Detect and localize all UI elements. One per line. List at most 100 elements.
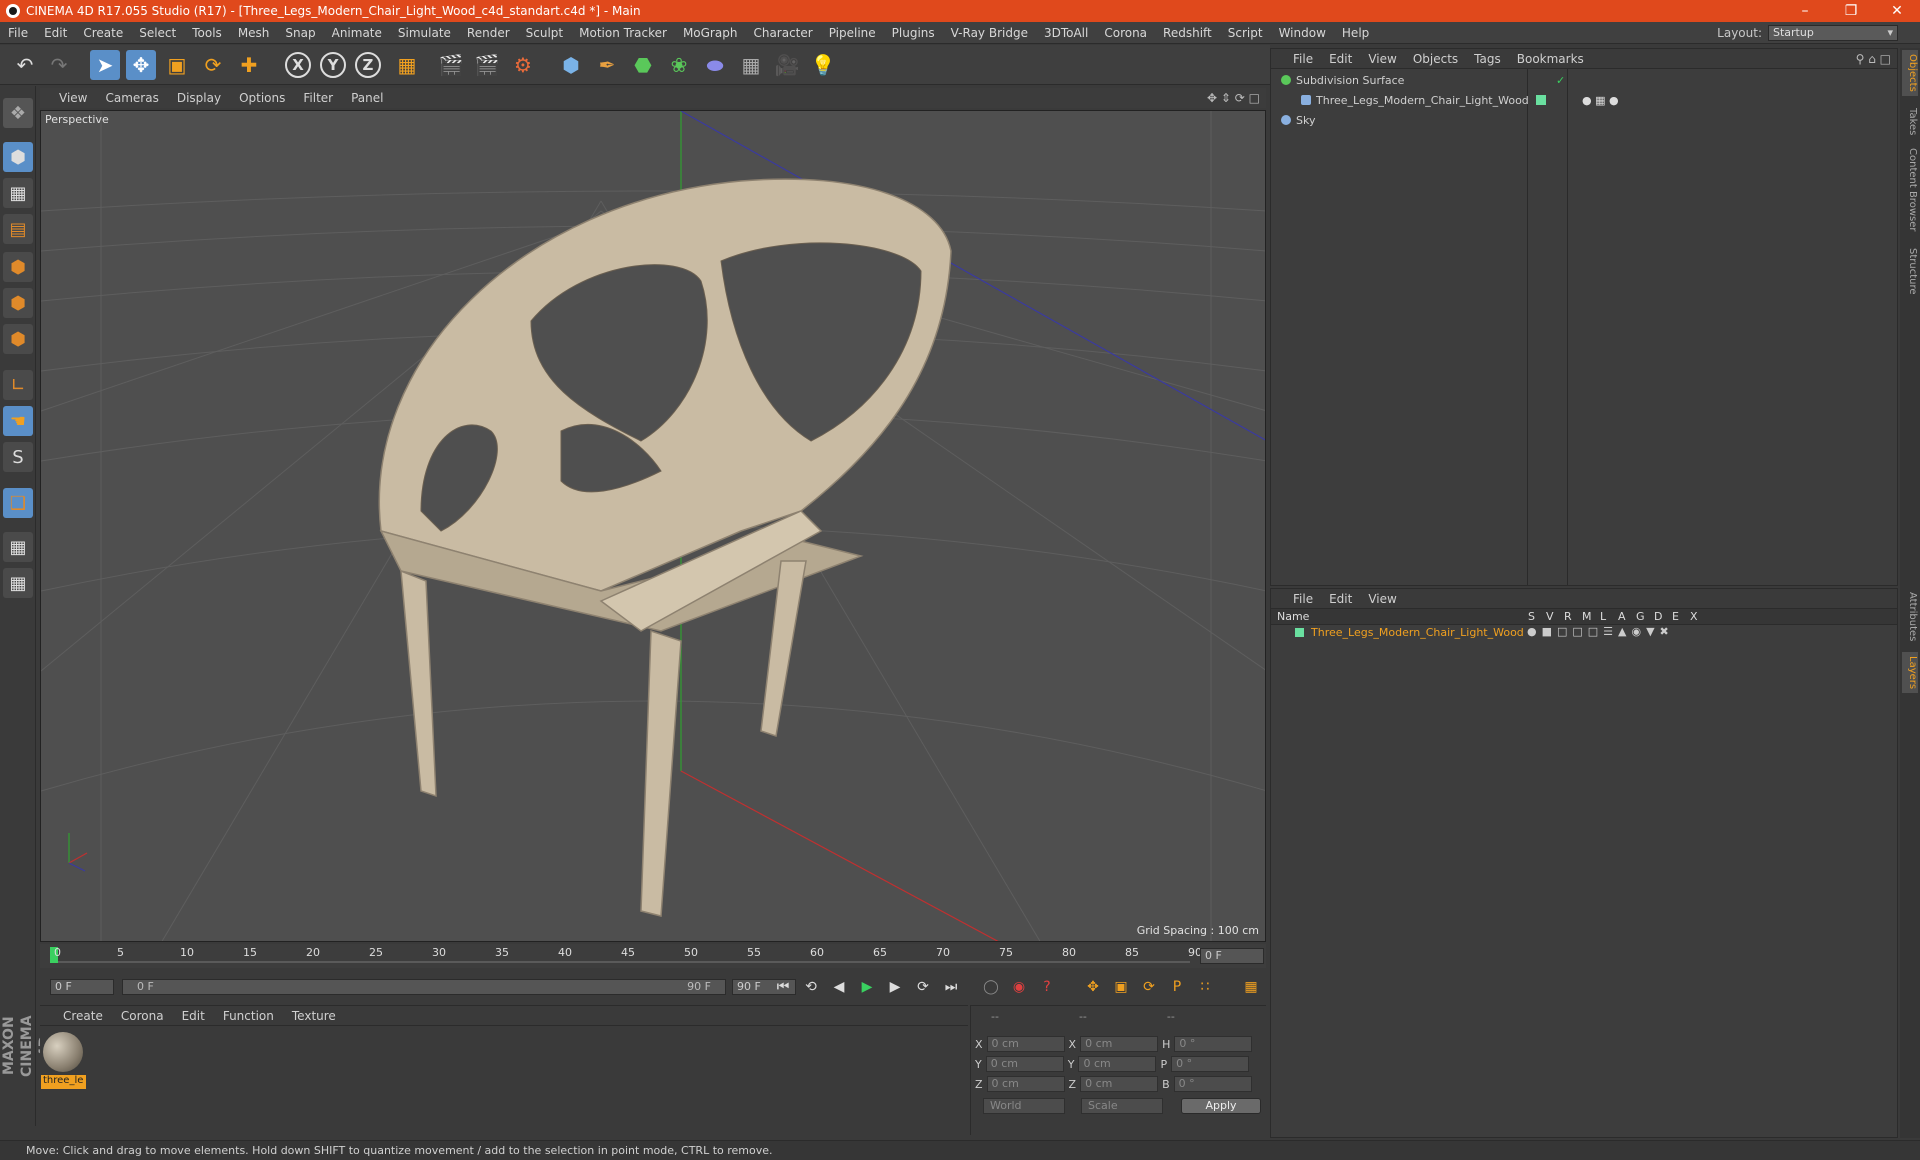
enabled-check-icon[interactable]: ✓ (1556, 74, 1565, 87)
timeline-ruler[interactable]: 0 5 10 15 20 25 30 35 40 45 50 55 60 65 70 75 80 85 90 0 F (40, 944, 1266, 968)
key-pla-icon[interactable]: ∷ (1194, 976, 1216, 998)
material-menu-create[interactable]: Create (54, 1009, 112, 1023)
mograph-cloner-icon[interactable]: ❀ (664, 50, 694, 80)
rotation-h-field[interactable]: 0 ° (1174, 1036, 1253, 1052)
tweak-mode-icon[interactable]: ☚ (3, 406, 33, 436)
position-x-field[interactable]: 0 cm (986, 1036, 1065, 1052)
menu-sculpt[interactable]: Sculpt (518, 26, 571, 40)
position-z-field[interactable]: 0 cm (986, 1076, 1065, 1092)
objects-menu-bookmarks[interactable]: Bookmarks (1509, 52, 1592, 66)
polygons-mode-icon[interactable]: ⬢ (3, 324, 33, 354)
menu-tools[interactable]: Tools (184, 26, 230, 40)
pen-spline-icon[interactable]: ✒ (592, 50, 622, 80)
planar-workplane-icon[interactable]: ▦ (3, 568, 33, 598)
material-menu-function[interactable]: Function (214, 1009, 283, 1023)
viewport-menu-filter[interactable]: Filter (294, 91, 342, 105)
layers-menu-file[interactable]: File (1285, 592, 1321, 606)
render-settings-icon[interactable]: ⚙ (508, 50, 538, 80)
tab-takes[interactable]: Takes (1902, 104, 1918, 139)
position-y-field[interactable]: 0 cm (985, 1056, 1064, 1072)
material-menu-texture[interactable]: Texture (283, 1009, 345, 1023)
menu-character[interactable]: Character (745, 26, 820, 40)
magnet-icon[interactable]: ❑ (3, 488, 33, 518)
rotation-p-field[interactable]: 0 ° (1171, 1056, 1250, 1072)
minimize-button[interactable]: – (1782, 3, 1828, 19)
object-name[interactable]: Subdivision Surface (1296, 74, 1536, 87)
tab-objects[interactable]: Objects (1902, 50, 1918, 96)
menu-edit[interactable]: Edit (36, 26, 75, 40)
size-z-field[interactable]: 0 cm (1080, 1076, 1159, 1092)
render-picture-viewer-icon[interactable]: 🎬 (472, 50, 502, 80)
objects-menu-edit[interactable]: Edit (1321, 52, 1360, 66)
material-tag-icon[interactable]: ● ▦ ● (1582, 94, 1619, 107)
material-menu-edit[interactable]: Edit (173, 1009, 214, 1023)
snap-icon[interactable]: S (3, 442, 33, 472)
deformer-icon[interactable]: ⬬ (700, 50, 730, 80)
layout-dropdown[interactable]: Startup (1768, 25, 1898, 41)
menu-animate[interactable]: Animate (324, 26, 390, 40)
key-rotation-icon[interactable]: ⟳ (1138, 976, 1160, 998)
tab-attributes[interactable]: Attributes (1902, 588, 1918, 645)
menu-file[interactable]: File (0, 26, 36, 40)
viewport-menu-display[interactable]: Display (168, 91, 230, 105)
menu-3dtoall[interactable]: 3DToAll (1036, 26, 1096, 40)
menu-motion-tracker[interactable]: Motion Tracker (571, 26, 675, 40)
tab-structure[interactable]: Structure (1902, 244, 1918, 299)
menu-script[interactable]: Script (1220, 26, 1271, 40)
viewport-menu-options[interactable]: Options (230, 91, 294, 105)
key-scale-icon[interactable]: ▣ (1110, 976, 1132, 998)
axis-mode-icon[interactable]: ∟ (3, 370, 33, 400)
tab-layers[interactable]: Layers (1902, 652, 1918, 694)
rotate-icon[interactable]: ⟳ (198, 50, 228, 80)
object-search-icon[interactable]: ⚲ ⌂ □ (1856, 52, 1897, 66)
workplane-mode-icon[interactable]: ▤ (3, 214, 33, 244)
object-row-chair[interactable]: Three_Legs_Modern_Chair_Light_Wood ● ▦ ● (1271, 91, 1897, 109)
layer-name[interactable]: Three_Legs_Modern_Chair_Light_Wood (1311, 626, 1524, 639)
layer-row[interactable]: Three_Legs_Modern_Chair_Light_Wood ●■□□□… (1271, 625, 1897, 641)
size-mode-dropdown[interactable]: Scale (1081, 1098, 1163, 1114)
viewport-navigation-icon[interactable]: ✥ ⇕ ⟳ □ (1207, 91, 1266, 105)
model-mode-icon[interactable]: ⬢ (3, 142, 33, 172)
perspective-viewport[interactable]: Perspective Grid Spacing : 100 cm (40, 110, 1266, 942)
menu-corona[interactable]: Corona (1096, 26, 1155, 40)
size-y-field[interactable]: 0 cm (1078, 1056, 1157, 1072)
objects-menu-tags[interactable]: Tags (1466, 52, 1509, 66)
tab-content-browser[interactable]: Content Browser (1902, 144, 1918, 235)
layers-menu-edit[interactable]: Edit (1321, 592, 1360, 606)
subdivision-icon[interactable]: ⬣ (628, 50, 658, 80)
z-axis-icon[interactable]: Z (355, 52, 381, 78)
go-to-start-icon[interactable]: ⏮ (772, 976, 794, 998)
play-icon[interactable]: ▶ (856, 976, 878, 998)
move-icon[interactable]: ✥ (126, 50, 156, 80)
timeline-window-icon[interactable]: ▦ (1240, 976, 1262, 998)
object-row-subdivision-surface[interactable]: Subdivision Surface ✓ (1271, 71, 1897, 89)
light-icon[interactable]: 💡 (808, 50, 838, 80)
menu-simulate[interactable]: Simulate (390, 26, 459, 40)
material-preview[interactable] (43, 1032, 83, 1072)
menu-help[interactable]: Help (1334, 26, 1377, 40)
menu-plugins[interactable]: Plugins (884, 26, 943, 40)
menu-mesh[interactable]: Mesh (230, 26, 278, 40)
texture-mode-icon[interactable]: ▦ (3, 178, 33, 208)
object-name[interactable]: Three_Legs_Modern_Chair_Light_Wood (1316, 94, 1529, 107)
make-editable-icon[interactable]: ❖ (3, 98, 33, 128)
previous-key-icon[interactable]: ⟲ (800, 976, 822, 998)
menu-snap[interactable]: Snap (277, 26, 323, 40)
menu-window[interactable]: Window (1271, 26, 1334, 40)
rotation-b-field[interactable]: 0 ° (1173, 1076, 1252, 1092)
menu-render[interactable]: Render (459, 26, 518, 40)
objects-menu-objects[interactable]: Objects (1405, 52, 1466, 66)
current-frame-field[interactable]: 0 F (1200, 948, 1264, 964)
layers-menu-view[interactable]: View (1360, 592, 1404, 606)
material-menu-corona[interactable]: Corona (112, 1009, 173, 1023)
undo-icon[interactable]: ↶ (10, 50, 40, 80)
redo-icon[interactable]: ↷ (44, 50, 74, 80)
objects-menu-file[interactable]: File (1285, 52, 1321, 66)
points-mode-icon[interactable]: ⬢ (3, 252, 33, 282)
menu-vray-bridge[interactable]: V-Ray Bridge (943, 26, 1036, 40)
object-name[interactable]: Sky (1296, 114, 1536, 127)
key-position-icon[interactable]: ✥ (1082, 976, 1104, 998)
cube-icon[interactable]: ⬢ (556, 50, 586, 80)
layer-toggle-icons[interactable]: ●■□□□☰▲◉▼✖ (1527, 625, 1674, 638)
previous-frame-icon[interactable]: ◀ (828, 976, 850, 998)
